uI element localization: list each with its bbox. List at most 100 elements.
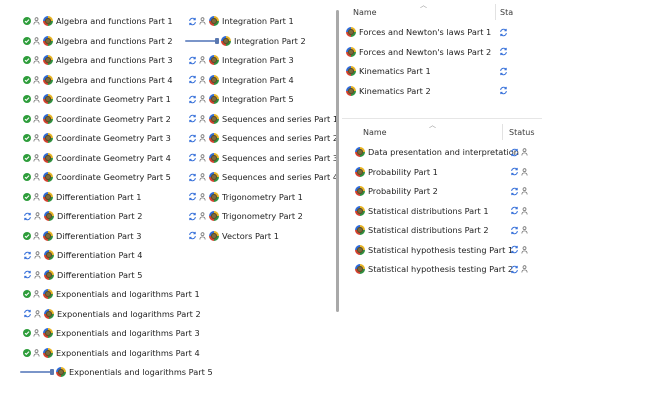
file-row[interactable]: Exponentials and logarithms Part 1 — [23, 287, 200, 301]
synced-check-icon — [23, 329, 31, 337]
file-name: Exponentials and logarithms Part 1 — [56, 289, 200, 299]
synced-check-icon — [23, 192, 31, 201]
file-row[interactable]: Kinematics Part 1 — [346, 64, 516, 78]
file-name: Differentiation Part 1 — [56, 191, 142, 202]
shared-person-icon — [33, 36, 40, 45]
file-row[interactable]: Integration Part 5 — [188, 92, 294, 106]
file-row[interactable]: Differentiation Part 4 — [23, 248, 142, 262]
file-row[interactable]: Trigonometry Part 1 — [188, 190, 303, 204]
video-file-icon — [56, 367, 66, 377]
shared-person-icon — [521, 265, 528, 273]
sync-pending-icon — [499, 28, 508, 37]
file-row[interactable]: Coordinate Geometry Part 3 — [23, 131, 171, 145]
file-row[interactable]: Differentiation Part 2 — [23, 209, 142, 223]
left-scrollbar[interactable] — [336, 10, 339, 312]
file-row[interactable]: Statistical hypothesis testing Part 2 — [355, 262, 540, 276]
column-header-status[interactable]: Status — [509, 125, 535, 139]
file-row[interactable]: Sequences and series Part 2 — [188, 131, 338, 145]
file-row[interactable]: Algebra and functions Part 1 — [23, 14, 173, 28]
video-file-icon — [355, 147, 365, 157]
shared-person-icon — [33, 290, 40, 298]
sync-pending-icon — [188, 134, 197, 143]
shared-person-icon — [33, 173, 40, 181]
file-row[interactable]: Data presentation and interpretation — [355, 145, 540, 159]
file-row[interactable]: Exponentials and logarithms Part 5 — [20, 365, 213, 379]
file-name: Sequences and series Part 4 — [222, 172, 339, 182]
file-row[interactable]: Integration Part 3 — [188, 53, 294, 67]
file-row[interactable]: Integration Part 2 — [185, 34, 306, 48]
file-row[interactable]: Differentiation Part 3 — [23, 229, 141, 243]
file-row[interactable]: Coordinate Geometry Part 1 — [23, 92, 171, 106]
status-indicator — [23, 134, 40, 142]
synced-check-icon — [23, 36, 31, 45]
shared-person-icon — [199, 56, 206, 64]
file-row[interactable]: Algebra and functions Part 3 — [23, 53, 173, 67]
file-row[interactable]: Sequences and series Part 1 — [188, 112, 338, 126]
shared-person-icon — [199, 114, 206, 123]
file-row[interactable]: Trigonometry Part 2 — [188, 209, 303, 223]
file-row[interactable]: Coordinate Geometry Part 5 — [23, 170, 171, 184]
video-file-icon — [44, 211, 54, 221]
file-row[interactable]: Sequences and series Part 4 — [188, 170, 338, 184]
video-file-icon — [355, 166, 365, 177]
file-name: Coordinate Geometry Part 5 — [56, 172, 171, 182]
column-header-name[interactable]: Name — [353, 5, 377, 19]
file-row[interactable]: Exponentials and logarithms Part 3 — [23, 326, 200, 340]
file-row[interactable]: Probability Part 1 — [355, 165, 540, 179]
file-name: Statistical hypothesis testing Part 1 — [368, 244, 514, 255]
file-name: Algebra and functions Part 3 — [56, 55, 173, 65]
sync-pending-icon — [23, 251, 32, 260]
file-row[interactable]: Kinematics Part 2 — [346, 84, 516, 98]
file-row[interactable]: Sequences and series Part 3 — [188, 151, 338, 165]
file-row[interactable]: Exponentials and logarithms Part 4 — [23, 346, 200, 360]
file-row[interactable]: Coordinate Geometry Part 4 — [23, 151, 171, 165]
column-divider[interactable] — [502, 124, 503, 140]
column-divider[interactable] — [495, 4, 496, 20]
file-row[interactable]: Integration Part 4 — [188, 73, 294, 87]
column-header-status[interactable]: Sta — [500, 5, 513, 19]
shared-person-icon — [521, 187, 528, 195]
video-file-icon — [43, 94, 53, 104]
file-name: Differentiation Part 5 — [57, 269, 143, 280]
status-indicator — [188, 75, 206, 84]
file-row[interactable]: Probability Part 2 — [355, 184, 540, 198]
file-row[interactable]: Differentiation Part 1 — [23, 190, 141, 204]
file-row[interactable]: Integration Part 1 — [188, 14, 294, 28]
file-row[interactable]: Exponentials and logarithms Part 2 — [23, 307, 201, 321]
file-name: Probability Part 2 — [368, 186, 438, 196]
video-file-icon — [43, 152, 53, 163]
file-row[interactable]: Statistical distributions Part 2 — [355, 223, 540, 237]
file-name: Coordinate Geometry Part 4 — [56, 152, 171, 163]
sort-chevron-icon: ︿ — [429, 121, 436, 129]
video-file-icon — [43, 191, 53, 202]
file-name: Statistical distributions Part 2 — [368, 225, 489, 235]
pane-separator — [342, 118, 542, 119]
sort-chevron-icon: ︿ — [420, 1, 427, 9]
status-indicator — [188, 153, 206, 162]
file-row[interactable]: Differentiation Part 5 — [23, 268, 142, 282]
shared-person-icon — [199, 75, 206, 84]
shared-person-icon — [33, 329, 40, 337]
video-file-icon — [209, 55, 219, 65]
shared-person-icon — [521, 167, 528, 176]
shared-person-icon — [199, 192, 206, 201]
status-indicator — [188, 17, 206, 26]
file-row[interactable]: Statistical hypothesis testing Part 1 — [355, 243, 540, 257]
file-name: Statistical distributions Part 1 — [368, 205, 489, 216]
sync-pending-icon — [188, 231, 197, 240]
file-name: Algebra and functions Part 4 — [56, 74, 173, 85]
file-row[interactable]: Statistical distributions Part 1 — [355, 204, 540, 218]
file-row[interactable]: Algebra and functions Part 2 — [23, 34, 173, 48]
status-indicator — [23, 36, 40, 45]
file-name: Statistical hypothesis testing Part 2 — [368, 264, 514, 274]
file-row[interactable]: Vectors Part 1 — [188, 229, 279, 243]
sync-pending-icon — [23, 309, 32, 318]
status-indicator — [510, 206, 528, 215]
file-row[interactable]: Coordinate Geometry Part 2 — [23, 112, 171, 126]
file-row[interactable]: Forces and Newton's laws Part 1 — [346, 25, 516, 39]
file-row[interactable]: Algebra and functions Part 4 — [23, 73, 173, 87]
status-indicator — [23, 231, 40, 240]
file-row[interactable]: Forces and Newton's laws Part 2 — [346, 45, 516, 59]
column-header-name[interactable]: Name — [363, 125, 387, 139]
file-name: Forces and Newton's laws Part 1 — [359, 27, 492, 37]
